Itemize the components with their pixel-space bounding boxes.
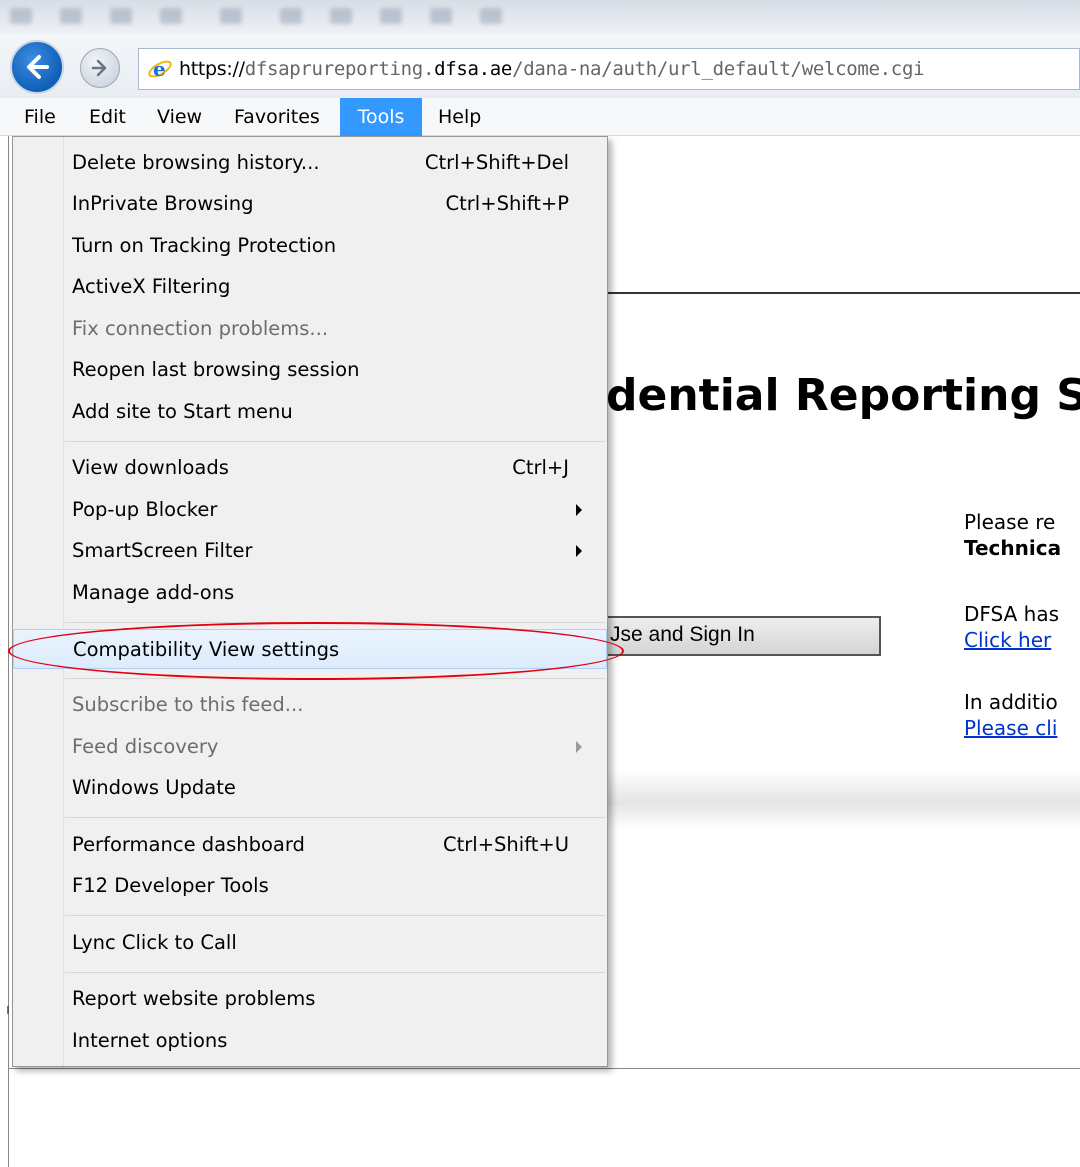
- content-shadow: [600, 770, 1080, 830]
- menu-item-label: ActiveX Filtering: [72, 275, 231, 298]
- menu-item-f12-developer-tools[interactable]: F12 Developer Tools: [13, 866, 607, 906]
- menu-item-label: Turn on Tracking Protection: [72, 234, 337, 257]
- menu-item-label: Pop-up Blocker: [72, 498, 218, 521]
- back-button[interactable]: [10, 40, 64, 94]
- toolbar-icon: [220, 8, 242, 24]
- menu-item-inprivate-browsing[interactable]: InPrivate Browsing Ctrl+Shift+P: [13, 184, 607, 224]
- page-title: dential Reporting S: [606, 370, 1080, 421]
- menu-item-internet-options[interactable]: Internet options: [13, 1021, 607, 1061]
- toolbar-icon: [330, 8, 352, 24]
- menu-item-delete-browsing-history[interactable]: Delete browsing history... Ctrl+Shift+De…: [13, 143, 607, 183]
- menu-item-performance-dashboard[interactable]: Performance dashboard Ctrl+Shift+U: [13, 825, 607, 865]
- submenu-arrow-icon: [576, 504, 582, 516]
- toolbar-icon: [280, 8, 302, 24]
- menu-item-label: Report website problems: [72, 987, 316, 1010]
- menu-item-label: Windows Update: [72, 776, 236, 799]
- annotation-ellipse: [8, 622, 624, 680]
- tools-dropdown-menu: Delete browsing history... Ctrl+Shift+De…: [12, 136, 608, 1067]
- menu-item-label: F12 Developer Tools: [72, 874, 269, 897]
- toolbar-icon: [60, 8, 82, 24]
- info-text: DFSA has: [964, 602, 1060, 626]
- menu-item-label: Lync Click to Call: [72, 931, 237, 954]
- menu-help[interactable]: Help: [430, 98, 489, 136]
- menu-item-shortcut: Ctrl+Shift+U: [443, 833, 569, 856]
- menu-tools[interactable]: Tools: [340, 98, 422, 136]
- forward-button[interactable]: [80, 48, 120, 88]
- please-click-link[interactable]: Please cli: [964, 716, 1057, 740]
- menu-item-activex-filtering[interactable]: ActiveX Filtering: [13, 267, 607, 307]
- submenu-arrow-icon: [576, 741, 582, 753]
- menu-item-subscribe-feed: Subscribe to this feed...: [13, 685, 607, 725]
- menu-separator: [65, 441, 605, 442]
- menu-view[interactable]: View: [149, 98, 210, 136]
- menu-item-tracking-protection[interactable]: Turn on Tracking Protection: [13, 226, 607, 266]
- menu-item-view-downloads[interactable]: View downloads Ctrl+J: [13, 448, 607, 488]
- url-text: https://dfsaprureporting.dfsa.ae/dana-na…: [179, 58, 925, 80]
- info-text: Please re: [964, 510, 1056, 534]
- menu-favorites[interactable]: Favorites: [226, 98, 328, 136]
- info-text-bold: Technica: [964, 536, 1062, 560]
- internet-explorer-icon: e: [148, 57, 172, 81]
- click-here-link[interactable]: Click her: [964, 628, 1051, 652]
- menu-item-fix-connection: Fix connection problems...: [13, 309, 607, 349]
- menu-item-popup-blocker[interactable]: Pop-up Blocker: [13, 490, 607, 530]
- header-divider: [600, 292, 1080, 294]
- menu-item-shortcut: Ctrl+J: [512, 456, 569, 479]
- forward-arrow-icon: [91, 59, 107, 77]
- toolbar-icon: [380, 8, 402, 24]
- navigation-bar: e https://dfsaprureporting.dfsa.ae/dana-…: [0, 34, 1080, 98]
- toolbar-icon: [10, 8, 32, 24]
- back-arrow-icon: [27, 55, 49, 79]
- menu-separator: [65, 972, 605, 973]
- toolbar-icon: [480, 8, 502, 24]
- menu-separator: [65, 915, 605, 916]
- menu-edit[interactable]: Edit: [81, 98, 134, 136]
- menu-file[interactable]: File: [16, 98, 64, 136]
- stray-text: ı: [6, 1002, 10, 1018]
- toolbar-icon: [110, 8, 132, 24]
- menu-item-label: InPrivate Browsing: [72, 192, 254, 215]
- menu-item-label: Manage add-ons: [72, 581, 235, 604]
- menu-item-report-website-problems[interactable]: Report website problems: [13, 979, 607, 1019]
- menu-item-manage-addons[interactable]: Manage add-ons: [13, 573, 607, 613]
- lower-frame: [8, 1068, 1080, 1167]
- menu-item-label: Feed discovery: [72, 735, 219, 758]
- toolbar-icon: [430, 8, 452, 24]
- svg-text:e: e: [153, 57, 166, 81]
- menu-item-windows-update[interactable]: Windows Update: [13, 768, 607, 808]
- menu-item-label: View downloads: [72, 456, 229, 479]
- menu-item-reopen-session[interactable]: Reopen last browsing session: [13, 350, 607, 390]
- menu-item-label: Performance dashboard: [72, 833, 305, 856]
- accept-and-sign-in-button[interactable]: Jse and Sign In: [600, 616, 881, 656]
- info-text: In additio: [964, 690, 1058, 714]
- menu-item-shortcut: Ctrl+Shift+P: [445, 192, 569, 215]
- menu-item-label: Internet options: [72, 1029, 228, 1052]
- menu-item-add-site-start[interactable]: Add site to Start menu: [13, 392, 607, 432]
- toolbar-icon: [160, 8, 182, 24]
- menu-item-smartscreen[interactable]: SmartScreen Filter: [13, 531, 607, 571]
- menu-bar: File Edit View Favorites Tools Help: [0, 98, 1080, 136]
- menu-item-label: Delete browsing history...: [72, 151, 320, 174]
- menu-item-label: Fix connection problems...: [72, 317, 329, 340]
- address-bar[interactable]: e https://dfsaprureporting.dfsa.ae/dana-…: [138, 48, 1080, 90]
- menu-item-label: Add site to Start menu: [72, 400, 293, 423]
- submenu-arrow-icon: [576, 545, 582, 557]
- menu-item-label: SmartScreen Filter: [72, 539, 253, 562]
- menu-separator: [65, 817, 605, 818]
- menu-item-label: Subscribe to this feed...: [72, 693, 304, 716]
- menu-item-feed-discovery: Feed discovery: [13, 727, 607, 767]
- menu-item-label: Reopen last browsing session: [72, 358, 360, 381]
- menu-item-lync-click-to-call[interactable]: Lync Click to Call: [13, 923, 607, 963]
- toolbar-strip: [0, 0, 1080, 34]
- menu-item-shortcut: Ctrl+Shift+Del: [424, 151, 569, 174]
